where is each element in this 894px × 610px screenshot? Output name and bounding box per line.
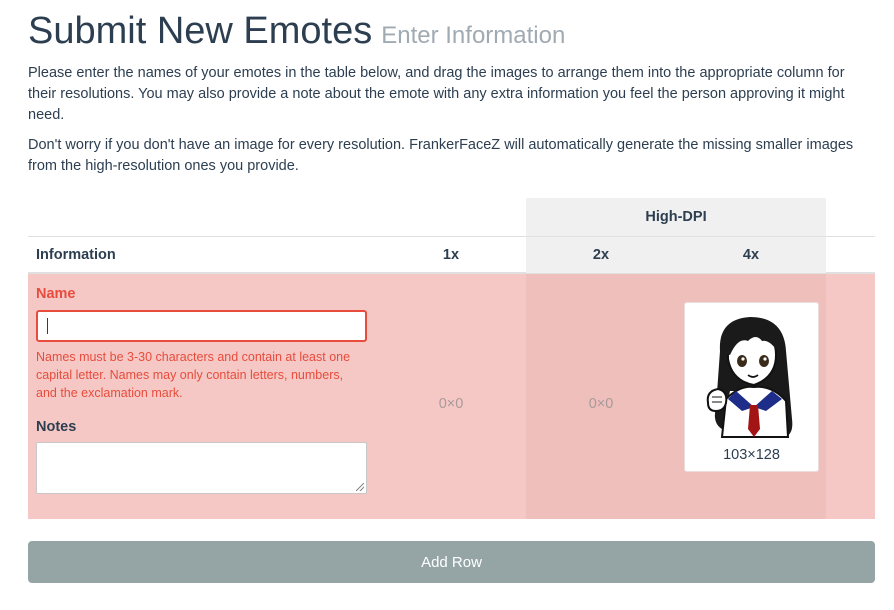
add-row-button[interactable]: Add Row — [28, 541, 875, 583]
notes-textarea[interactable] — [36, 442, 367, 494]
page-title: Submit New Emotes — [28, 10, 373, 52]
table-row: Name Names must be 3-30 characters and c… — [28, 274, 875, 519]
column-header-4x: 4x — [676, 237, 826, 273]
resize-handle-icon[interactable] — [356, 483, 364, 491]
emote-image-card-4x[interactable]: 103×128 — [684, 302, 819, 472]
column-header-2x: 2x — [526, 237, 676, 273]
slot-4x-dimensions: 103×128 — [723, 447, 780, 463]
name-label: Name — [36, 286, 76, 302]
notes-label: Notes — [36, 419, 77, 435]
intro-paragraph-1: Please enter the names of your emotes in… — [28, 65, 845, 123]
column-header-1x: 1x — [442, 247, 460, 263]
table-header-row: Information 1x 2x 4x — [28, 236, 875, 274]
slot-1x-dimensions[interactable]: 0×0 — [376, 396, 526, 412]
text-caret — [47, 318, 48, 334]
emote-table: High-DPI Information 1x 2x 4x Name Names… — [28, 198, 875, 519]
column-header-information: Information — [36, 247, 116, 263]
high-dpi-group-header: High-DPI — [526, 198, 826, 236]
table-group-header-row: High-DPI — [28, 198, 875, 236]
page-subtitle: Enter Information — [381, 22, 566, 49]
page-header: Submit New Emotes Enter Information — [28, 8, 565, 54]
name-error-message: Names must be 3-30 characters and contai… — [36, 350, 351, 400]
name-input[interactable] — [36, 310, 367, 342]
anime-girl-emote-image — [706, 317, 793, 438]
slot-2x-dimensions[interactable]: 0×0 — [526, 396, 676, 412]
intro-paragraph-2: Don't worry if you don't have an image f… — [28, 137, 854, 174]
